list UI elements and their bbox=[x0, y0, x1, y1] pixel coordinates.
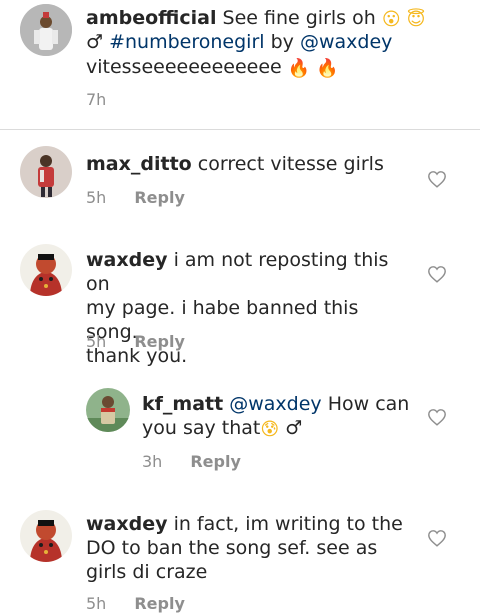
astonished-emoji-icon: 😮 bbox=[381, 9, 401, 30]
avatar[interactable] bbox=[20, 4, 72, 56]
comment-body: See fine girls oh bbox=[222, 7, 376, 29]
avatar-image bbox=[86, 388, 130, 432]
heart-icon[interactable] bbox=[427, 265, 447, 283]
avatar[interactable] bbox=[20, 244, 72, 296]
avatar-image bbox=[20, 244, 72, 296]
mention-link[interactable]: @waxdey bbox=[229, 393, 321, 415]
by-text: by bbox=[270, 31, 294, 53]
comment-body-line3: girls di craze bbox=[86, 561, 208, 583]
comment-text: kf_matt @waxdey How can you say that😰 ♂ bbox=[142, 392, 422, 441]
anxious-sweat-emoji-icon: 😰 bbox=[260, 419, 280, 440]
comment-username[interactable]: waxdey bbox=[86, 249, 168, 271]
comment-body: correct vitesse girls bbox=[197, 153, 384, 175]
comment-meta: 5h Reply bbox=[86, 332, 185, 351]
timestamp: 7h bbox=[86, 90, 107, 109]
comment-username[interactable]: waxdey bbox=[86, 513, 168, 535]
comment-body-line2: you say that bbox=[142, 417, 261, 439]
heart-icon[interactable] bbox=[427, 408, 447, 426]
comment-item: waxdey i am not reposting this on my pag… bbox=[0, 234, 480, 367]
comment-body-line1: How can bbox=[327, 393, 410, 415]
avatar-image bbox=[20, 4, 72, 56]
heart-icon[interactable] bbox=[427, 529, 447, 547]
comment-item: waxdey in fact, im writing to the DO to … bbox=[0, 500, 480, 615]
smiling-halo-emoji-icon: 😇 bbox=[406, 9, 426, 30]
heart-icon[interactable] bbox=[427, 170, 447, 188]
mention-link[interactable]: @waxdey bbox=[300, 31, 392, 53]
comment-username[interactable]: kf_matt bbox=[142, 393, 223, 415]
caption-comment: ambeofficial See fine girls oh 😮 😇 ♂ #nu… bbox=[0, 0, 480, 130]
comment-username[interactable]: ambeofficial bbox=[86, 7, 216, 29]
comment-text: ambeofficial See fine girls oh 😮 😇 ♂ #nu… bbox=[86, 6, 466, 79]
avatar[interactable] bbox=[20, 510, 72, 562]
comment-body-line1: in fact, im writing to the bbox=[173, 513, 403, 535]
male-sign-icon: ♂ bbox=[285, 417, 303, 439]
avatar-image bbox=[20, 146, 72, 198]
comment-body-line2: DO to ban the song sef. see as bbox=[86, 537, 378, 559]
avatar[interactable] bbox=[86, 388, 130, 432]
comment-body-line3: vitesseeeeeeeeeeee bbox=[86, 56, 282, 78]
timestamp: 3h bbox=[142, 452, 163, 471]
comment-username[interactable]: max_ditto bbox=[86, 153, 192, 175]
comment-meta: 3h Reply bbox=[142, 452, 241, 471]
comment-item: max_ditto correct vitesse girls 5h Reply bbox=[0, 130, 480, 215]
timestamp: 5h bbox=[86, 188, 107, 207]
male-sign-icon: ♂ bbox=[86, 31, 104, 53]
fire-emoji-icon: 🔥 bbox=[316, 58, 339, 79]
reply-button[interactable]: Reply bbox=[134, 332, 185, 351]
hashtag-link[interactable]: #numberonegirl bbox=[109, 31, 264, 53]
comment-text: waxdey in fact, im writing to the DO to … bbox=[86, 512, 416, 585]
comment-meta: 5h Reply bbox=[86, 594, 185, 613]
reply-item: kf_matt @waxdey How can you say that😰 ♂ … bbox=[0, 378, 480, 488]
reply-button[interactable]: Reply bbox=[134, 594, 185, 613]
fire-emoji-icon: 🔥 bbox=[287, 58, 311, 79]
comment-text: max_ditto correct vitesse girls bbox=[86, 152, 416, 176]
comment-meta: 7h bbox=[86, 90, 106, 109]
reply-button[interactable]: Reply bbox=[134, 188, 185, 207]
avatar-image bbox=[20, 510, 72, 562]
timestamp: 5h bbox=[86, 332, 107, 351]
timestamp: 5h bbox=[86, 594, 107, 613]
comment-meta: 5h Reply bbox=[86, 188, 185, 207]
reply-button[interactable]: Reply bbox=[190, 452, 241, 471]
avatar[interactable] bbox=[20, 146, 72, 198]
